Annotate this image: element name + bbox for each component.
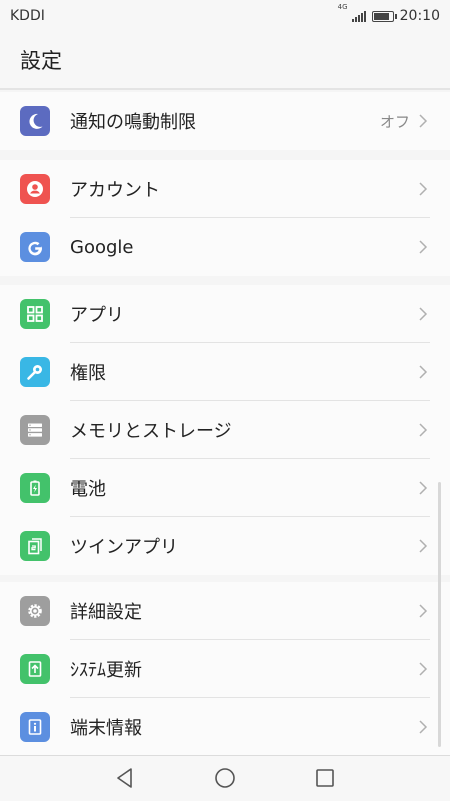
settings-item-about-device[interactable]: 端末情報 <box>0 698 450 756</box>
settings-item-label: アプリ <box>70 305 124 326</box>
settings-group-accounts: アカウント Google <box>0 160 450 276</box>
settings-group-system: 詳細設定 ｼｽﾃﾑ更新 端末情報 <box>0 582 450 756</box>
settings-item-account[interactable]: アカウント <box>0 160 450 218</box>
chevron-right-icon <box>419 720 428 734</box>
settings-group-apps: アプリ 権限 メモリとストレージ 電池 ツインアプリ <box>0 285 450 575</box>
chevron-right-icon <box>419 114 428 128</box>
chevron-right-icon <box>419 662 428 676</box>
chevron-right-icon <box>419 182 428 196</box>
settings-item-label: 詳細設定 <box>70 602 142 623</box>
settings-item-system-update[interactable]: ｼｽﾃﾑ更新 <box>0 640 450 698</box>
clock: 20:10 <box>399 8 440 24</box>
account-icon <box>20 174 50 204</box>
battery-icon <box>20 473 50 503</box>
recents-icon[interactable] <box>313 766 337 790</box>
settings-item-google[interactable]: Google <box>0 218 450 276</box>
system-update-icon <box>20 654 50 684</box>
storage-icon <box>20 415 50 445</box>
chevron-right-icon <box>419 365 428 379</box>
twin-app-icon <box>20 531 50 561</box>
network-type-label: 4G <box>337 3 348 11</box>
settings-item-label: 電池 <box>70 479 106 500</box>
settings-item-apps[interactable]: アプリ <box>0 285 450 343</box>
settings-item-label: 通知の鳴動制限 <box>70 112 196 133</box>
settings-item-label: 端末情報 <box>70 718 142 739</box>
settings-group-dnd: 通知の鳴動制限 オフ <box>0 92 450 150</box>
apps-icon <box>20 299 50 329</box>
page-title: 設定 <box>20 49 62 73</box>
status-icons: 4G 20:10 <box>338 4 440 25</box>
signal-icon: 4G <box>338 4 366 22</box>
settings-item-permissions[interactable]: 権限 <box>0 343 450 401</box>
key-icon <box>20 357 50 387</box>
settings-item-advanced[interactable]: 詳細設定 <box>0 582 450 640</box>
back-icon[interactable] <box>113 766 137 790</box>
gear-icon <box>20 596 50 626</box>
moon-icon <box>20 106 50 136</box>
settings-item-battery[interactable]: 電池 <box>0 459 450 517</box>
settings-item-label: メモリとストレージ <box>70 421 232 442</box>
status-bar: KDDI 4G 20:10 <box>0 0 450 32</box>
home-icon[interactable] <box>213 766 237 790</box>
chevron-right-icon <box>419 307 428 321</box>
chevron-right-icon <box>419 604 428 618</box>
settings-item-label: ツインアプリ <box>70 537 178 558</box>
settings-item-twin-app[interactable]: ツインアプリ <box>0 517 450 575</box>
settings-item-label: 権限 <box>70 363 106 384</box>
settings-item-memory-storage[interactable]: メモリとストレージ <box>0 401 450 459</box>
chevron-right-icon <box>419 423 428 437</box>
google-icon <box>20 232 50 262</box>
settings-item-do-not-disturb[interactable]: 通知の鳴動制限 オフ <box>0 92 450 150</box>
page-title-bar: 設定 <box>0 32 450 90</box>
settings-item-label: Google <box>70 236 134 258</box>
info-icon <box>20 712 50 742</box>
scrollbar[interactable] <box>438 482 441 747</box>
settings-item-label: アカウント <box>70 180 160 201</box>
navigation-bar <box>0 755 450 801</box>
chevron-right-icon <box>419 240 428 254</box>
settings-item-label: ｼｽﾃﾑ更新 <box>70 660 142 681</box>
carrier-label: KDDI <box>10 8 45 24</box>
settings-item-value: オフ <box>379 112 410 131</box>
battery-status-icon <box>371 10 397 22</box>
chevron-right-icon <box>419 481 428 495</box>
chevron-right-icon <box>419 539 428 553</box>
